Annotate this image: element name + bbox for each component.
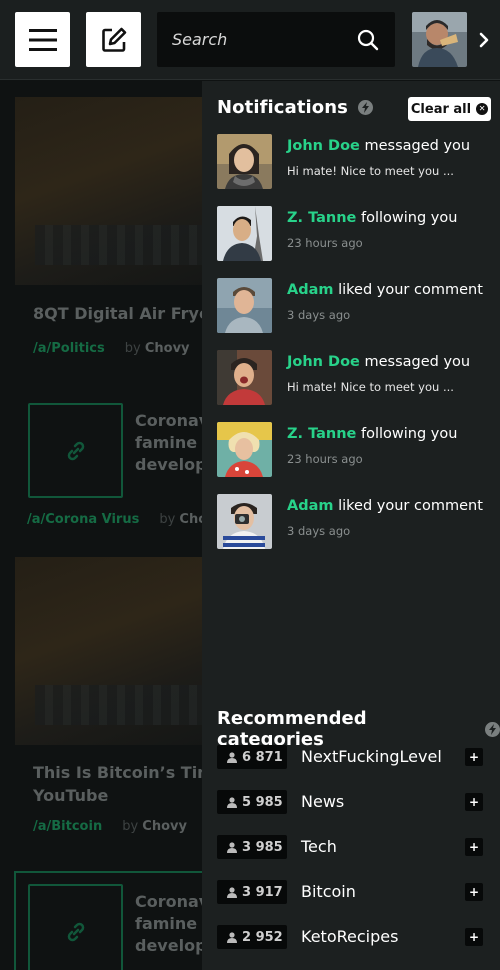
- notification-item[interactable]: John Doe messaged you Hi mate! Nice to m…: [217, 134, 497, 190]
- recommended-title: Recommended categories: [217, 708, 367, 750]
- link-icon: [67, 922, 84, 941]
- search-bar: [157, 12, 395, 67]
- add-category-button[interactable]: +: [465, 838, 483, 856]
- notification-time: 23 hours ago: [287, 452, 363, 466]
- category-name[interactable]: Tech: [301, 835, 337, 859]
- notification-user[interactable]: Adam: [287, 498, 334, 514]
- post-category[interactable]: /a/Corona Virus: [27, 512, 139, 527]
- notification-item[interactable]: John Doe messaged you Hi mate! Nice to m…: [217, 350, 497, 406]
- link-thumbnail[interactable]: [28, 884, 123, 970]
- notification-text: Z. Tanne following you: [287, 426, 458, 442]
- notification-time: 3 days ago: [287, 524, 351, 538]
- category-item[interactable]: 5 985 News +: [217, 790, 487, 814]
- search-input[interactable]: [157, 12, 347, 67]
- top-bar: [0, 0, 500, 80]
- notification-user[interactable]: John Doe: [287, 354, 360, 370]
- category-name[interactable]: Bitcoin: [301, 880, 356, 904]
- post-author[interactable]: Cho: [179, 512, 202, 527]
- bolt-icon: [358, 100, 373, 115]
- notification-user[interactable]: Z. Tanne: [287, 426, 356, 442]
- menu-button[interactable]: [15, 12, 70, 67]
- category-item[interactable]: 6 871 NextFuckingLevel +: [217, 745, 487, 769]
- notification-item[interactable]: Z. Tanne following you 23 hours ago: [217, 422, 497, 478]
- post-category[interactable]: /a/Politics: [33, 341, 105, 356]
- post-title-line[interactable]: develop: [135, 453, 202, 476]
- post-title-line[interactable]: Coronav: [135, 890, 202, 913]
- notification-detail: Hi mate! Nice to meet you ...: [287, 380, 454, 394]
- notification-text: Adam liked your comment: [287, 498, 483, 514]
- bolt-icon: [485, 721, 500, 737]
- member-count: 3 985: [217, 835, 287, 859]
- post-image[interactable]: [15, 97, 202, 285]
- member-count: 6 871: [217, 745, 287, 769]
- post-meta: /a/Bitcoin by Chovy: [33, 819, 187, 834]
- post-title-line[interactable]: develop: [135, 934, 202, 957]
- post-meta: /a/Corona Virusby Cho: [27, 512, 202, 527]
- notification-item[interactable]: Adam liked your comment 3 days ago: [217, 278, 497, 334]
- post-title-line[interactable]: This Is Bitcoin’s Time: [33, 761, 202, 784]
- notification-time: 3 days ago: [287, 308, 351, 322]
- post-title-line[interactable]: Coronav: [135, 409, 202, 432]
- notifications-title: Notifications: [217, 97, 348, 118]
- chevron-right-icon[interactable]: [474, 28, 494, 52]
- member-count: 3 917: [217, 880, 287, 904]
- user-avatar[interactable]: [412, 12, 467, 67]
- user-icon: [227, 931, 237, 943]
- add-category-button[interactable]: +: [465, 748, 483, 766]
- close-icon: ✕: [476, 103, 489, 115]
- notification-user[interactable]: Z. Tanne: [287, 210, 356, 226]
- post-title[interactable]: 8QT Digital Air Fryer: [33, 302, 202, 325]
- notification-text: Adam liked your comment: [287, 282, 483, 298]
- notification-detail: Hi mate! Nice to meet you ...: [287, 164, 454, 178]
- compose-button[interactable]: [86, 12, 141, 67]
- post-title-line[interactable]: famine c: [135, 912, 202, 935]
- search-icon[interactable]: [357, 29, 379, 51]
- category-name[interactable]: KetoRecipes: [301, 925, 398, 949]
- post-author[interactable]: Chovy: [145, 341, 190, 356]
- avatar[interactable]: [217, 278, 272, 333]
- user-icon: [227, 751, 237, 763]
- notification-item[interactable]: Adam liked your comment 3 days ago: [217, 494, 497, 550]
- user-icon: [227, 886, 237, 898]
- avatar[interactable]: [217, 134, 272, 189]
- notification-text: Z. Tanne following you: [287, 210, 458, 226]
- hamburger-icon: [28, 28, 57, 51]
- post-title-line[interactable]: YouTube: [33, 784, 108, 807]
- notification-time: 23 hours ago: [287, 236, 363, 250]
- link-icon: [67, 441, 84, 460]
- notification-item[interactable]: Z. Tanne following you 23 hours ago: [217, 206, 497, 262]
- add-category-button[interactable]: +: [465, 928, 483, 946]
- post-meta: /a/Politics by Chovy: [33, 341, 190, 356]
- notification-text: John Doe messaged you: [287, 138, 471, 154]
- clear-all-button[interactable]: Clear all ✕: [408, 97, 491, 121]
- category-name[interactable]: NextFuckingLevel: [301, 745, 442, 769]
- user-icon: [227, 796, 237, 808]
- add-category-button[interactable]: +: [465, 883, 483, 901]
- recommended-header: Recommended categories: [217, 708, 500, 750]
- notification-user[interactable]: John Doe: [287, 138, 360, 154]
- member-count: 5 985: [217, 790, 287, 814]
- avatar[interactable]: [217, 206, 272, 261]
- post-author[interactable]: Chovy: [142, 819, 187, 834]
- category-item[interactable]: 2 952 KetoRecipes +: [217, 925, 487, 949]
- notification-text: John Doe messaged you: [287, 354, 471, 370]
- feed-background: 8QT Digital Air Fryer /a/Politics by Chov…: [0, 81, 202, 970]
- link-thumbnail[interactable]: [28, 403, 123, 498]
- notifications-panel: Notifications Clear all ✕ John Doe messa…: [202, 81, 500, 970]
- add-category-button[interactable]: +: [465, 793, 483, 811]
- category-item[interactable]: 3 985 Tech +: [217, 835, 487, 859]
- post-image[interactable]: [15, 557, 202, 745]
- notification-user[interactable]: Adam: [287, 282, 334, 298]
- post-title-line[interactable]: famine c: [135, 431, 202, 454]
- avatar[interactable]: [217, 350, 272, 405]
- member-count: 2 952: [217, 925, 287, 949]
- user-icon: [227, 841, 237, 853]
- avatar[interactable]: [217, 494, 272, 549]
- notifications-header: Notifications: [217, 97, 373, 118]
- avatar[interactable]: [217, 422, 272, 477]
- category-name[interactable]: News: [301, 790, 344, 814]
- category-item[interactable]: 3 917 Bitcoin +: [217, 880, 487, 904]
- edit-icon: [101, 27, 126, 52]
- post-category[interactable]: /a/Bitcoin: [33, 819, 102, 834]
